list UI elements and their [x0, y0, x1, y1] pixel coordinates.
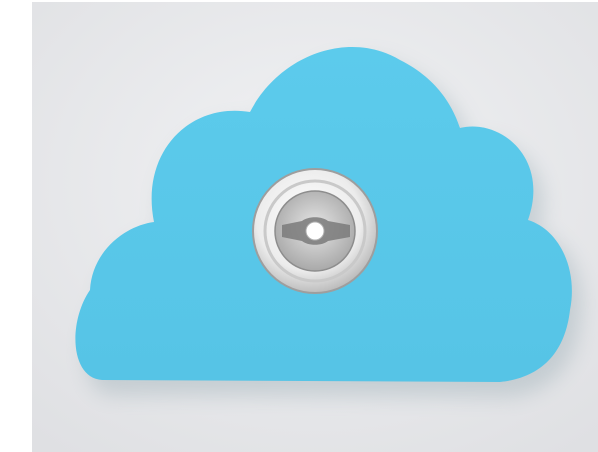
- photo-frame: [0, 0, 598, 452]
- photo-scene: [32, 2, 598, 452]
- lock-center-pin: [305, 221, 325, 241]
- cloud-lock-photo: [32, 2, 598, 452]
